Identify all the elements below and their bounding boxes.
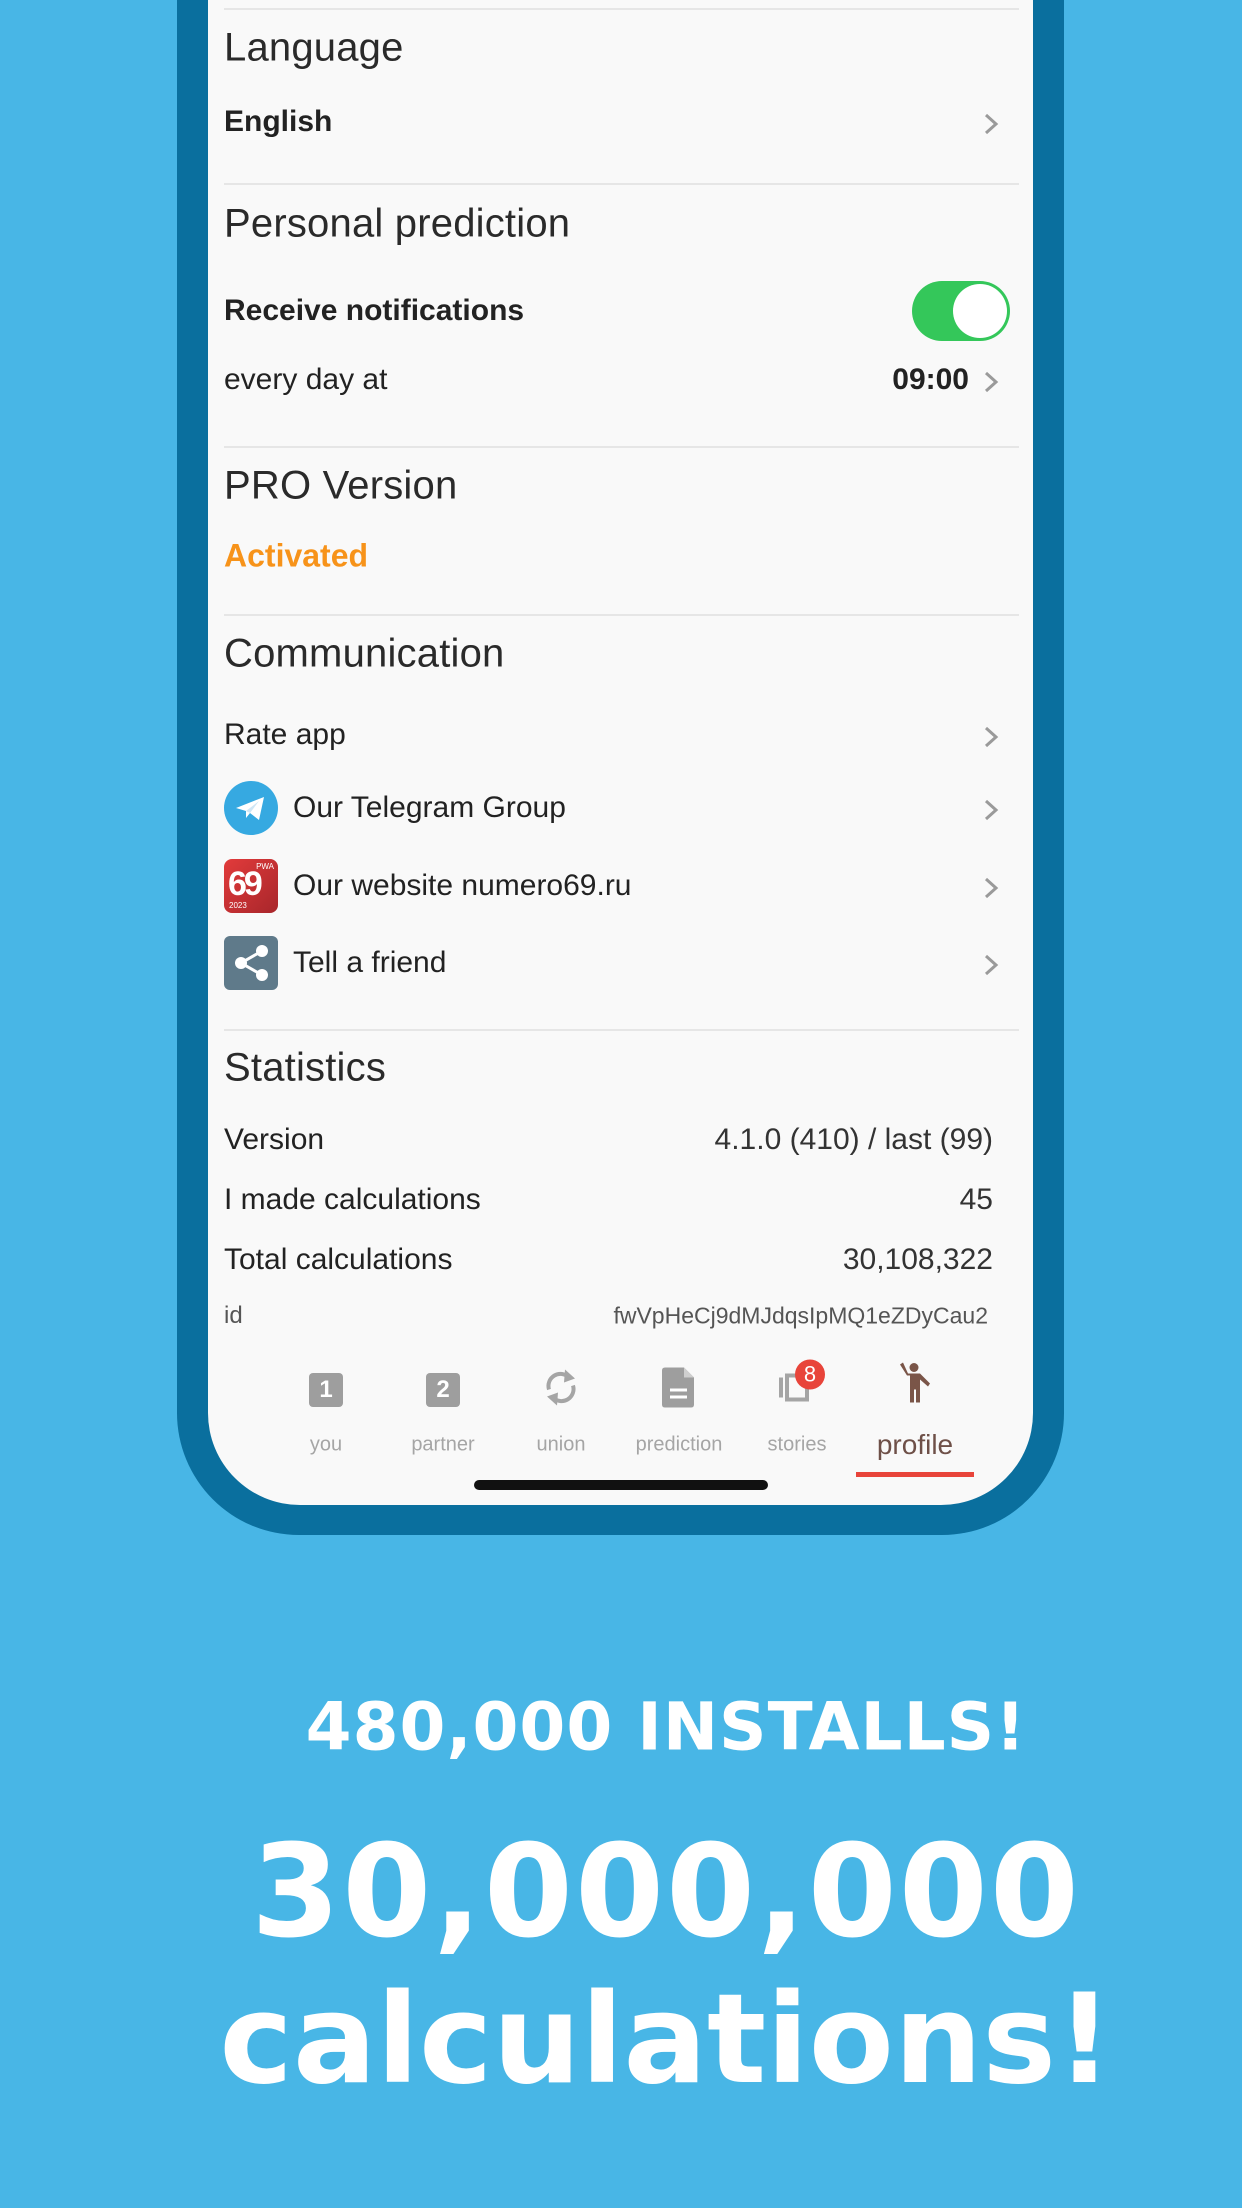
- stat-value-total-calculations: 30,108,322: [842, 1243, 993, 1276]
- section-title-communication: Communication: [224, 631, 505, 676]
- logo-year-text: 2023: [229, 901, 247, 910]
- chevron-right-icon[interactable]: [982, 954, 1000, 976]
- stat-label-id: id: [224, 1302, 243, 1329]
- divider: [224, 614, 1019, 616]
- stat-label-version: Version: [224, 1123, 325, 1156]
- logo-pwa-text: PWA: [256, 862, 274, 871]
- website-item[interactable]: Our website numero69.ru: [293, 869, 632, 903]
- chevron-right-icon[interactable]: [982, 877, 1000, 899]
- divider: [224, 1029, 1019, 1031]
- document-icon: [662, 1367, 696, 1413]
- number-2-icon: 2: [426, 1373, 460, 1407]
- receive-notifications-label: Receive notifications: [224, 294, 525, 327]
- number-1-icon: 1: [309, 1373, 343, 1407]
- pro-status: Activated: [224, 537, 369, 574]
- share-icon: [224, 936, 278, 990]
- divider: [224, 446, 1019, 448]
- rate-app-item[interactable]: Rate app: [224, 718, 346, 752]
- sync-icon: [541, 1366, 581, 1415]
- active-tab-indicator: [856, 1472, 974, 1477]
- telegram-group-item[interactable]: Our Telegram Group: [293, 791, 566, 825]
- chevron-right-icon[interactable]: [982, 726, 1000, 748]
- section-title-statistics: Statistics: [224, 1045, 387, 1090]
- numero69-logo-icon: 69 PWA 2023: [224, 859, 278, 913]
- section-title-personal-prediction: Personal prediction: [224, 201, 571, 246]
- icon-glyph: 2: [436, 1376, 450, 1403]
- stat-value-id: fwVpHeCj9dMJdqsIpMQ1eZDyCau2: [613, 1302, 988, 1329]
- logo-number: 69: [228, 865, 263, 903]
- stat-value-my-calculations: 45: [959, 1183, 993, 1216]
- person-waving-icon: [898, 1362, 932, 1410]
- chevron-right-icon[interactable]: [982, 371, 1000, 393]
- chevron-right-icon[interactable]: [982, 799, 1000, 821]
- stories-badge: 8: [795, 1359, 825, 1390]
- nav-label: union: [536, 1433, 586, 1456]
- language-value[interactable]: English: [224, 105, 332, 139]
- stat-value-version: 4.1.0 (410) / last (99): [714, 1123, 993, 1156]
- home-indicator-bar[interactable]: [474, 1480, 768, 1490]
- nav-label: stories: [767, 1433, 827, 1456]
- stories-icon: 8: [777, 1359, 825, 1411]
- receive-notifications-toggle[interactable]: [912, 281, 1010, 341]
- telegram-icon: [224, 781, 278, 835]
- nav-label-active: profile: [876, 1429, 954, 1460]
- schedule-label: every day at: [224, 363, 388, 396]
- section-title-language: Language: [224, 25, 404, 70]
- nav-label: partner: [411, 1433, 475, 1456]
- schedule-time[interactable]: 09:00: [892, 363, 969, 397]
- stat-label-my-calculations: I made calculations: [224, 1183, 481, 1216]
- promo-calculations-word: calculations!: [219, 1968, 1113, 2112]
- toggle-knob: [953, 284, 1007, 338]
- promo-calculations-number: 30,000,000: [251, 1817, 1081, 1967]
- icon-glyph: 1: [319, 1376, 333, 1403]
- divider: [224, 8, 1019, 10]
- chevron-right-icon[interactable]: [982, 113, 1000, 135]
- divider: [224, 183, 1019, 185]
- stat-label-total-calculations: Total calculations: [224, 1243, 453, 1276]
- section-title-pro-version: PRO Version: [224, 463, 458, 508]
- nav-label: prediction: [635, 1433, 723, 1456]
- promo-installs: 480,000 INSTALLS!: [305, 1688, 1027, 1766]
- nav-label: you: [309, 1433, 343, 1456]
- tell-a-friend-item[interactable]: Tell a friend: [293, 946, 446, 980]
